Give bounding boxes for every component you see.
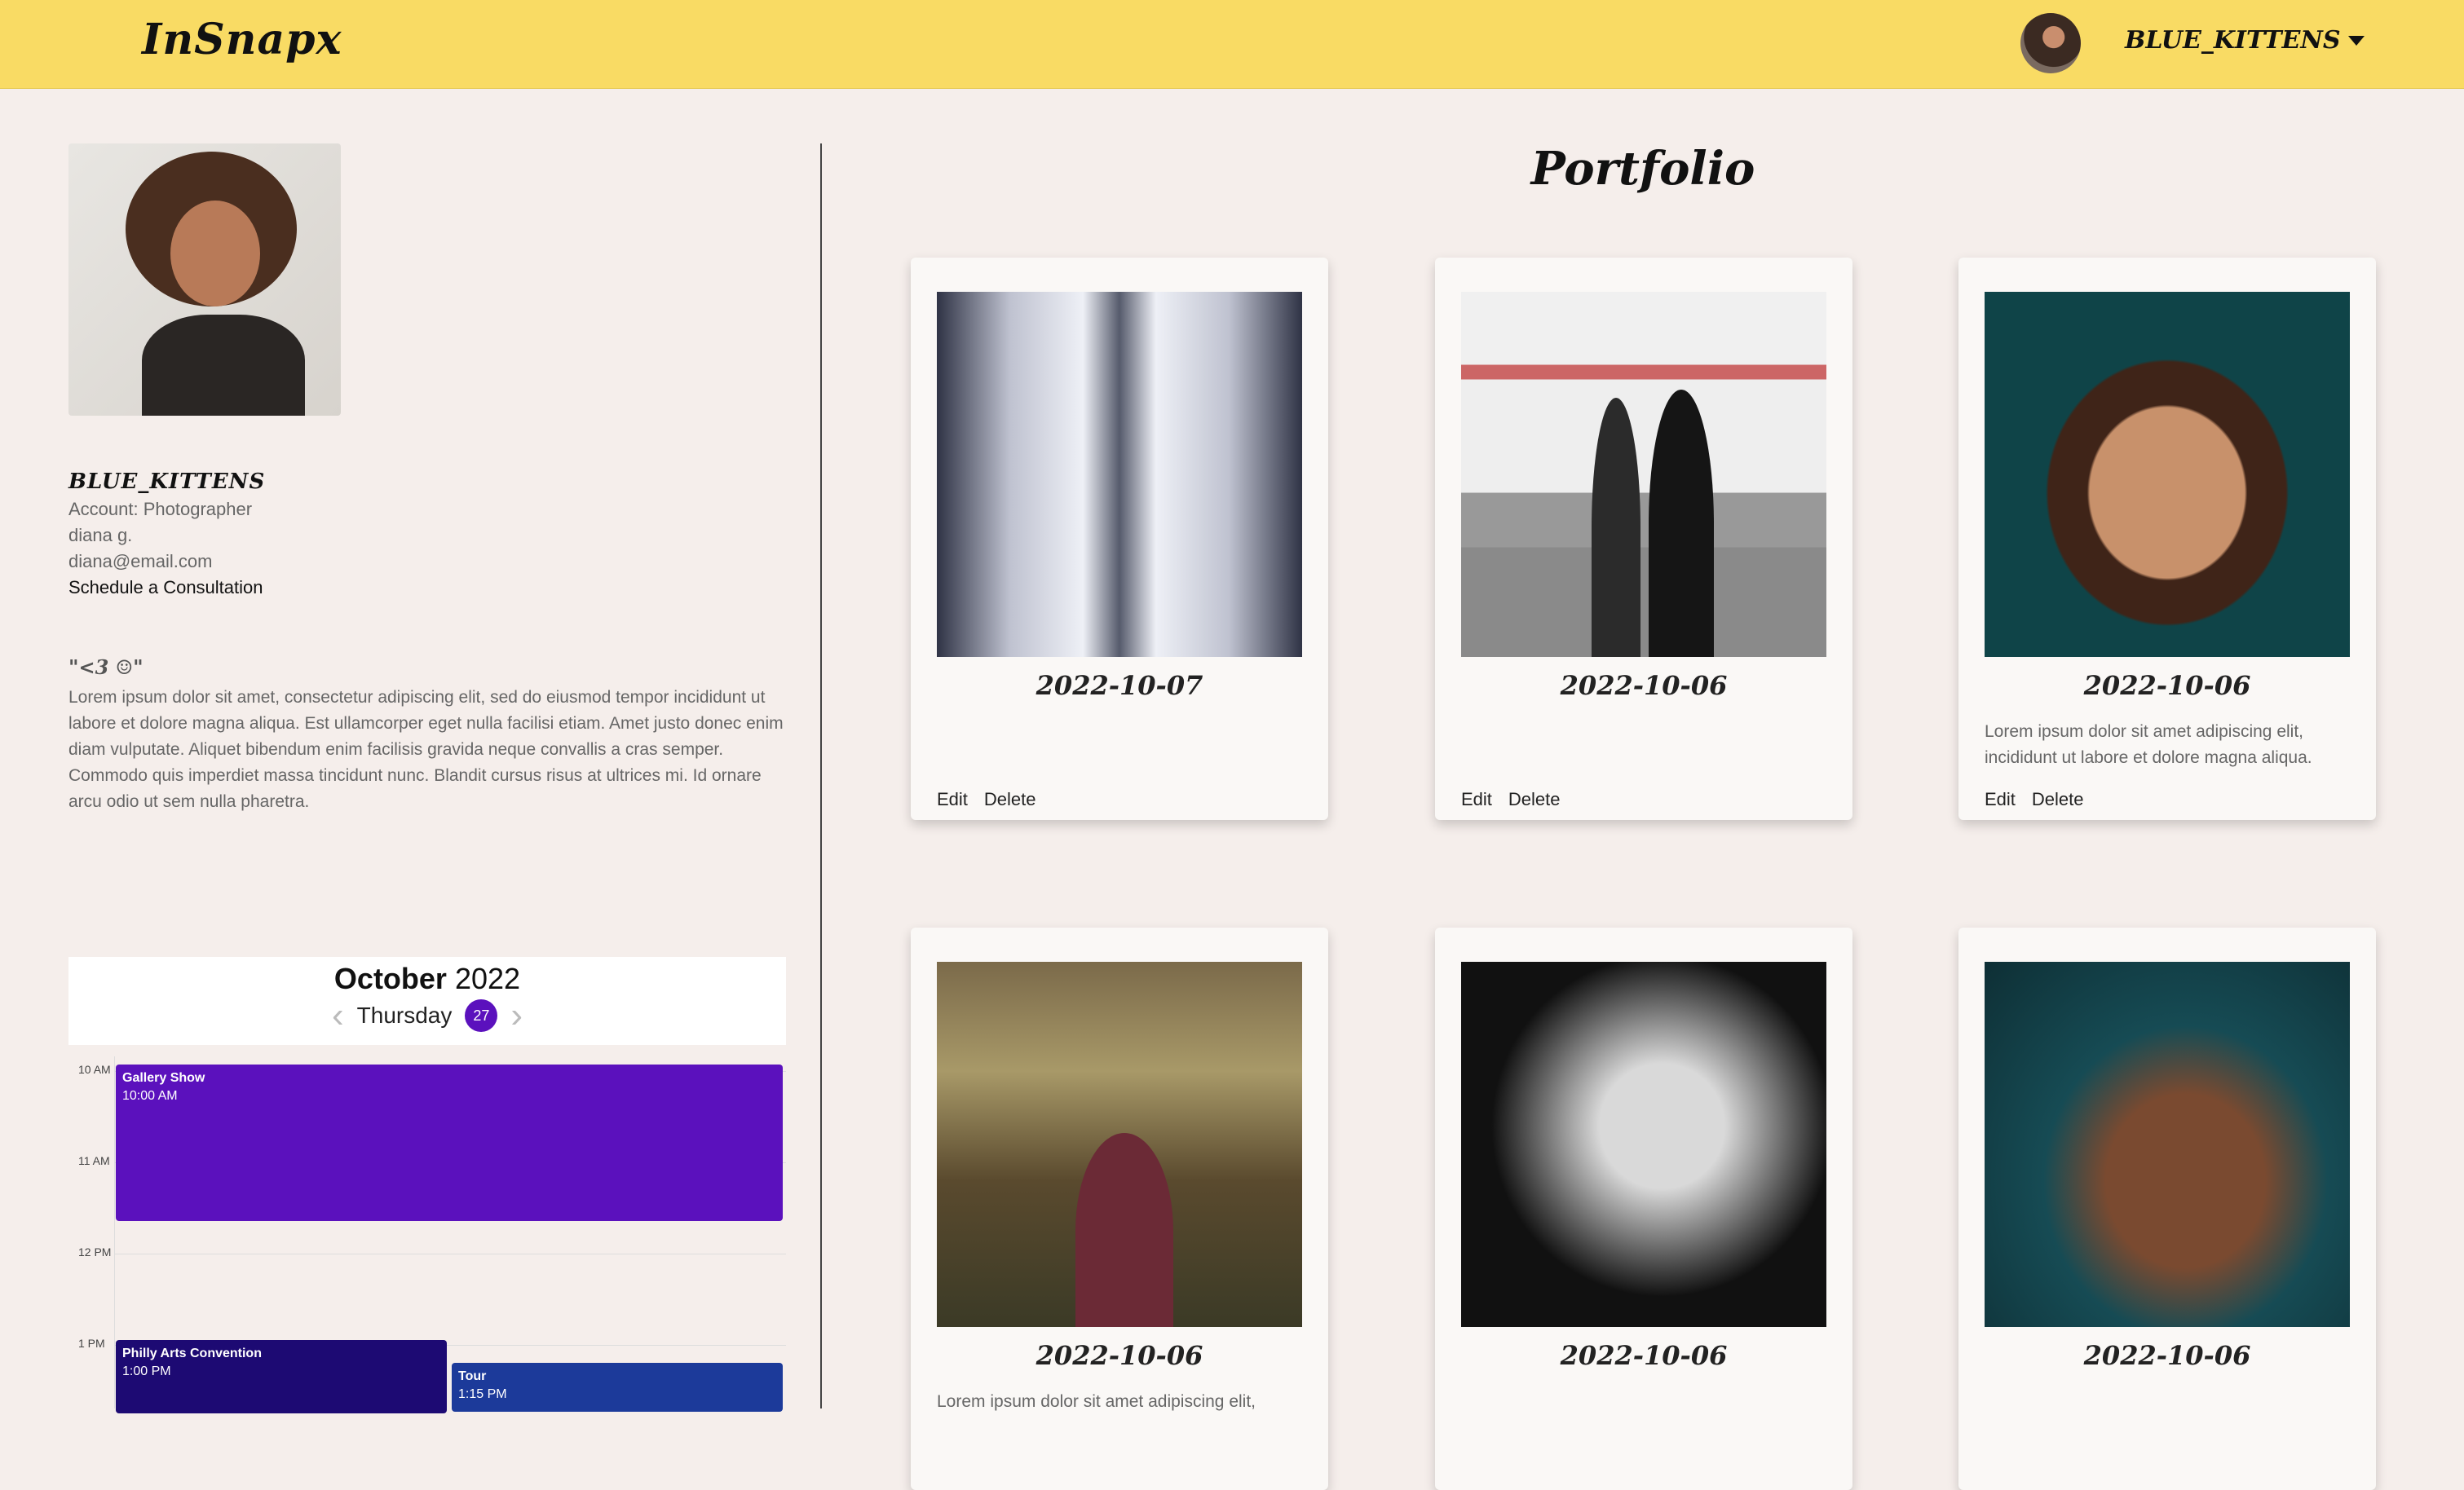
calendar-weekday: Thursday — [356, 1003, 453, 1028]
user-menu-label: BLUE_KITTENS — [2125, 26, 2341, 55]
portfolio-photo[interactable] — [1985, 292, 2350, 657]
card-caption: Lorem ipsum dolor sit amet adipiscing el… — [1985, 722, 2312, 767]
portfolio-photo[interactable] — [1461, 292, 1826, 657]
account-type: Account: Photographer — [68, 499, 253, 519]
hour-label: 10 AM — [78, 1063, 111, 1076]
portfolio-photo[interactable] — [1985, 962, 2350, 1327]
portfolio-card[interactable]: 2022-10-06 Edit Delete — [1435, 258, 1852, 820]
profile-quote: "<3 ☺" — [68, 655, 144, 679]
top-navbar: InSnapx BLUE_KITTENS — [0, 0, 2464, 89]
calendar-event-philly-arts[interactable]: Philly Arts Convention 1:00 PM — [116, 1340, 447, 1413]
portfolio-photo[interactable] — [937, 962, 1302, 1327]
user-menu-dropdown[interactable]: BLUE_KITTENS — [2125, 26, 2365, 55]
delete-button[interactable]: Delete — [1508, 789, 1561, 810]
profile-username: BLUE_KITTENS — [68, 469, 266, 494]
caret-down-icon — [2348, 35, 2365, 46]
hour-label: 1 PM — [78, 1337, 105, 1350]
profile-photo — [68, 143, 341, 416]
portfolio-title: Portfolio — [1530, 142, 1755, 196]
calendar-event-gallery-show[interactable]: Gallery Show 10:00 AM — [116, 1065, 783, 1221]
card-caption: Lorem ipsum dolor sit amet adipiscing el… — [937, 1392, 1256, 1411]
portfolio-photo[interactable] — [1461, 962, 1826, 1327]
calendar-day-badge: 27 — [465, 999, 498, 1032]
edit-button[interactable]: Edit — [937, 789, 968, 810]
profile-bio: Lorem ipsum dolor sit amet, consectetur … — [68, 688, 784, 811]
hour-label: 12 PM — [78, 1245, 112, 1259]
column-divider — [820, 143, 822, 1408]
hour-label: 11 AM — [78, 1154, 110, 1167]
calendar-day-nav: ‹ Thursday 27 › — [68, 998, 786, 1034]
chevron-right-icon[interactable]: › — [510, 998, 523, 1034]
portfolio-card[interactable]: 2022-10-06 Lorem ipsum dolor sit amet ad… — [911, 928, 1328, 1490]
portfolio-card[interactable]: 2022-10-07 Edit Delete — [911, 258, 1328, 820]
portfolio-photo[interactable] — [937, 292, 1302, 657]
delete-button[interactable]: Delete — [2032, 789, 2084, 810]
calendar-event-tour[interactable]: Tour 1:15 PM — [452, 1363, 783, 1412]
card-date: 2022-10-06 — [2083, 670, 2251, 701]
delete-button[interactable]: Delete — [984, 789, 1036, 810]
card-date: 2022-10-06 — [1560, 1340, 1728, 1371]
card-date: 2022-10-06 — [2083, 1340, 2251, 1371]
profile-name: diana g. — [68, 525, 133, 545]
edit-button[interactable]: Edit — [1985, 789, 2016, 810]
portfolio-card[interactable]: 2022-10-06 — [1435, 928, 1852, 1490]
profile-email: diana@email.com — [68, 551, 213, 571]
calendar-month-year: October 2022 — [333, 962, 521, 995]
card-date: 2022-10-06 — [1035, 1340, 1203, 1371]
calendar-header: October 2022 ‹ Thursday 27 › — [68, 957, 786, 1045]
edit-button[interactable]: Edit — [1461, 789, 1492, 810]
calendar-day-view: 10 AM 11 AM 12 PM 1 PM Gallery Show 10:0… — [68, 1056, 786, 1413]
portfolio-card[interactable]: 2022-10-06 Lorem ipsum dolor sit amet ad… — [1958, 258, 2376, 820]
portfolio-card[interactable]: 2022-10-06 — [1958, 928, 2376, 1490]
chevron-left-icon[interactable]: ‹ — [332, 998, 344, 1034]
brand-logo[interactable]: InSnapx — [142, 15, 342, 64]
card-date: 2022-10-07 — [1035, 670, 1203, 701]
user-avatar[interactable] — [2020, 13, 2081, 73]
schedule-consultation-link[interactable]: Schedule a Consultation — [68, 577, 263, 598]
card-date: 2022-10-06 — [1560, 670, 1728, 701]
